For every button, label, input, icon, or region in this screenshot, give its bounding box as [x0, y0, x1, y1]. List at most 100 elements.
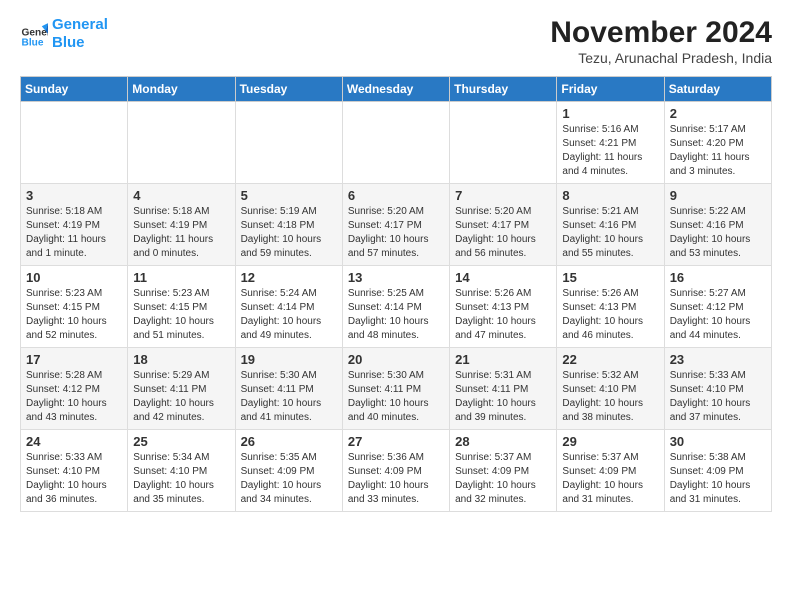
calendar-cell: 9 Sunrise: 5:22 AM Sunset: 4:16 PM Daylig… — [664, 184, 771, 266]
calendar-cell: 19 Sunrise: 5:30 AM Sunset: 4:11 PM Dayli… — [235, 348, 342, 430]
day-info: Sunrise: 5:25 AM Sunset: 4:14 PM Dayligh… — [348, 287, 444, 343]
day-number: 17 — [26, 352, 122, 367]
calendar-cell: 7Sunrise: 5:20 AM Sunset: 4:17 PM Daylig… — [450, 184, 557, 266]
title-block: November 2024 Tezu, Arunachal Pradesh, I… — [550, 16, 772, 66]
calendar-cell: 15Sunrise: 5:26 AM Sunset: 4:13 PM Dayli… — [557, 266, 664, 348]
day-number: 20 — [348, 352, 444, 367]
day-number: 8 — [562, 188, 658, 203]
calendar-week-4: 17 Sunrise: 5:28 AM Sunset: 4:12 PM Dayli… — [21, 348, 772, 430]
day-info: Sunrise: 5:26 AM Sunset: 4:13 PM Dayligh… — [455, 287, 551, 343]
calendar-table: SundayMondayTuesdayWednesdayThursdayFrid… — [20, 76, 772, 512]
day-info: Sunrise: 5:27 AM Sunset: 4:12 PM Dayligh… — [670, 287, 766, 343]
calendar-cell: 23 Sunrise: 5:33 AM Sunset: 4:10 PM Dayli… — [664, 348, 771, 430]
day-number: 7 — [455, 188, 551, 203]
calendar-cell — [128, 102, 235, 184]
calendar-cell — [450, 102, 557, 184]
day-info: Sunrise: 5:38 AM Sunset: 4:09 PM Dayligh… — [670, 451, 766, 507]
day-info: Sunrise: 5:21 AM Sunset: 4:16 PM Dayligh… — [562, 205, 658, 261]
weekday-header-sunday: Sunday — [21, 77, 128, 102]
calendar-cell: 3Sunrise: 5:18 AM Sunset: 4:19 PM Daylig… — [21, 184, 128, 266]
svg-text:Blue: Blue — [22, 38, 44, 48]
day-info: Sunrise: 5:23 AM Sunset: 4:15 PM Dayligh… — [26, 287, 122, 343]
day-number: 1 — [562, 106, 658, 121]
weekday-header-wednesday: Wednesday — [342, 77, 449, 102]
calendar-cell: 1 Sunrise: 5:16 AM Sunset: 4:21 PM Daylig… — [557, 102, 664, 184]
day-number: 13 — [348, 270, 444, 285]
calendar-body: 1 Sunrise: 5:16 AM Sunset: 4:21 PM Daylig… — [21, 102, 772, 512]
day-number: 12 — [241, 270, 337, 285]
day-info: Sunrise: 5:30 AM Sunset: 4:11 PM Dayligh… — [348, 369, 444, 425]
day-number: 19 — [241, 352, 337, 367]
day-number: 4 — [133, 188, 229, 203]
day-info: Sunrise: 5:34 AM Sunset: 4:10 PM Dayligh… — [133, 451, 229, 507]
weekday-header-friday: Friday — [557, 77, 664, 102]
day-number: 14 — [455, 270, 551, 285]
day-number: 29 — [562, 434, 658, 449]
day-number: 24 — [26, 434, 122, 449]
day-info: Sunrise: 5:35 AM Sunset: 4:09 PM Dayligh… — [241, 451, 337, 507]
day-number: 10 — [26, 270, 122, 285]
day-number: 23 — [670, 352, 766, 367]
calendar-week-1: 1 Sunrise: 5:16 AM Sunset: 4:21 PM Daylig… — [21, 102, 772, 184]
calendar-header: SundayMondayTuesdayWednesdayThursdayFrid… — [21, 77, 772, 102]
day-info: Sunrise: 5:18 AM Sunset: 4:19 PM Dayligh… — [133, 205, 229, 261]
calendar-cell: 8 Sunrise: 5:21 AM Sunset: 4:16 PM Daylig… — [557, 184, 664, 266]
calendar-cell: 18 Sunrise: 5:29 AM Sunset: 4:11 PM Dayli… — [128, 348, 235, 430]
day-info: Sunrise: 5:22 AM Sunset: 4:16 PM Dayligh… — [670, 205, 766, 261]
calendar-week-5: 24 Sunrise: 5:33 AM Sunset: 4:10 PM Dayli… — [21, 430, 772, 512]
calendar-cell: 25 Sunrise: 5:34 AM Sunset: 4:10 PM Dayli… — [128, 430, 235, 512]
weekday-header-thursday: Thursday — [450, 77, 557, 102]
weekday-header-monday: Monday — [128, 77, 235, 102]
logo-text: GeneralBlue — [52, 16, 108, 52]
calendar-cell — [235, 102, 342, 184]
calendar-cell: 24 Sunrise: 5:33 AM Sunset: 4:10 PM Dayli… — [21, 430, 128, 512]
weekday-header-row: SundayMondayTuesdayWednesdayThursdayFrid… — [21, 77, 772, 102]
day-number: 9 — [670, 188, 766, 203]
day-info: Sunrise: 5:36 AM Sunset: 4:09 PM Dayligh… — [348, 451, 444, 507]
day-number: 30 — [670, 434, 766, 449]
day-number: 27 — [348, 434, 444, 449]
day-info: Sunrise: 5:33 AM Sunset: 4:10 PM Dayligh… — [26, 451, 122, 507]
calendar-cell: 13 Sunrise: 5:25 AM Sunset: 4:14 PM Dayli… — [342, 266, 449, 348]
day-info: Sunrise: 5:37 AM Sunset: 4:09 PM Dayligh… — [562, 451, 658, 507]
day-info: Sunrise: 5:16 AM Sunset: 4:21 PM Dayligh… — [562, 123, 658, 179]
day-number: 25 — [133, 434, 229, 449]
day-info: Sunrise: 5:28 AM Sunset: 4:12 PM Dayligh… — [26, 369, 122, 425]
day-info: Sunrise: 5:32 AM Sunset: 4:10 PM Dayligh… — [562, 369, 658, 425]
page-header: General Blue GeneralBlue November 2024 T… — [20, 16, 772, 66]
logo: General Blue GeneralBlue — [20, 16, 108, 52]
calendar-cell: 22 Sunrise: 5:32 AM Sunset: 4:10 PM Dayli… — [557, 348, 664, 430]
day-info: Sunrise: 5:26 AM Sunset: 4:13 PM Dayligh… — [562, 287, 658, 343]
month-title: November 2024 — [550, 16, 772, 50]
day-number: 6 — [348, 188, 444, 203]
day-number: 22 — [562, 352, 658, 367]
day-number: 11 — [133, 270, 229, 285]
weekday-header-saturday: Saturday — [664, 77, 771, 102]
day-number: 5 — [241, 188, 337, 203]
day-info: Sunrise: 5:30 AM Sunset: 4:11 PM Dayligh… — [241, 369, 337, 425]
weekday-header-tuesday: Tuesday — [235, 77, 342, 102]
day-number: 21 — [455, 352, 551, 367]
day-info: Sunrise: 5:20 AM Sunset: 4:17 PM Dayligh… — [348, 205, 444, 261]
calendar-cell: 26Sunrise: 5:35 AM Sunset: 4:09 PM Dayli… — [235, 430, 342, 512]
calendar-week-3: 10 Sunrise: 5:23 AM Sunset: 4:15 PM Dayli… — [21, 266, 772, 348]
calendar-week-2: 3 Sunrise: 5:18 AM Sunset: 4:19 PM Daylig… — [21, 184, 772, 266]
calendar-cell: 21 Sunrise: 5:31 AM Sunset: 4:11 PM Dayli… — [450, 348, 557, 430]
calendar-cell: 6 Sunrise: 5:20 AM Sunset: 4:17 PM Daylig… — [342, 184, 449, 266]
calendar-cell — [21, 102, 128, 184]
day-number: 3 — [26, 188, 122, 203]
calendar-cell: 14 Sunrise: 5:26 AM Sunset: 4:13 PM Dayli… — [450, 266, 557, 348]
day-info: Sunrise: 5:37 AM Sunset: 4:09 PM Dayligh… — [455, 451, 551, 507]
location-subtitle: Tezu, Arunachal Pradesh, India — [550, 50, 772, 66]
calendar-cell: 30 Sunrise: 5:38 AM Sunset: 4:09 PM Dayli… — [664, 430, 771, 512]
calendar-cell: 27 Sunrise: 5:36 AM Sunset: 4:09 PM Dayli… — [342, 430, 449, 512]
logo-icon: General Blue — [20, 20, 48, 48]
calendar-cell: 29 Sunrise: 5:37 AM Sunset: 4:09 PM Dayli… — [557, 430, 664, 512]
day-info: Sunrise: 5:33 AM Sunset: 4:10 PM Dayligh… — [670, 369, 766, 425]
day-info: Sunrise: 5:19 AM Sunset: 4:18 PM Dayligh… — [241, 205, 337, 261]
day-info: Sunrise: 5:31 AM Sunset: 4:11 PM Dayligh… — [455, 369, 551, 425]
day-info: Sunrise: 5:23 AM Sunset: 4:15 PM Dayligh… — [133, 287, 229, 343]
calendar-cell: 16Sunrise: 5:27 AM Sunset: 4:12 PM Dayli… — [664, 266, 771, 348]
day-info: Sunrise: 5:29 AM Sunset: 4:11 PM Dayligh… — [133, 369, 229, 425]
day-number: 18 — [133, 352, 229, 367]
